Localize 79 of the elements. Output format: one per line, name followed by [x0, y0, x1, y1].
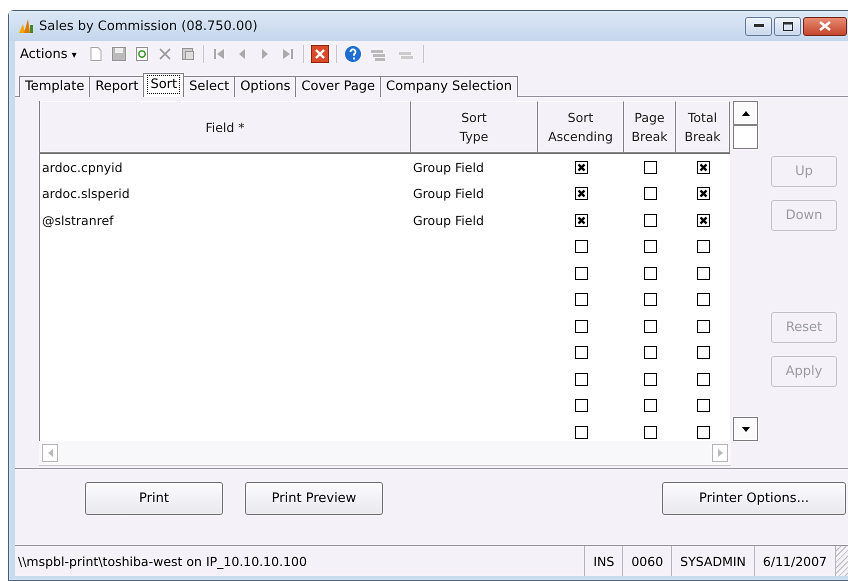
tab[interactable]: Select [183, 76, 236, 97]
checkbox[interactable] [644, 187, 656, 200]
checkbox[interactable] [696, 266, 710, 280]
checkbox[interactable] [574, 240, 588, 254]
maximize-icon [782, 22, 792, 30]
bar-chart-icon [17, 18, 35, 34]
column-header[interactable]: Sort Ascending [538, 101, 624, 153]
status-date: 6/11/2007 [754, 546, 835, 576]
checkbox[interactable] [696, 214, 710, 227]
checkbox[interactable] [644, 320, 656, 333]
checkbox[interactable] [696, 240, 710, 254]
delete-icon[interactable] [156, 46, 173, 62]
checkbox[interactable] [644, 426, 656, 439]
maximize-button[interactable] [774, 16, 801, 36]
print-button[interactable]: Print [85, 482, 223, 515]
close-button[interactable] [803, 16, 847, 36]
refresh-icon[interactable] [134, 46, 150, 62]
column-header[interactable]: Page Break [624, 101, 676, 153]
checkbox[interactable] [696, 346, 710, 360]
tab[interactable]: Report [89, 76, 144, 97]
print-button[interactable]: Print Preview [245, 482, 383, 515]
table-cell-text: Group Field [412, 186, 485, 202]
table-cell-text: Group Field [412, 212, 485, 228]
print-button[interactable]: Printer Options... [662, 482, 846, 515]
user-name: SYSADMIN [671, 546, 754, 576]
close-icon [819, 21, 831, 31]
checkbox[interactable] [574, 160, 588, 174]
tab[interactable]: Company Selection [380, 76, 518, 97]
save-icon[interactable] [110, 46, 127, 62]
checkbox[interactable] [644, 160, 656, 174]
checkbox[interactable] [574, 293, 588, 306]
minimize-button[interactable] [745, 16, 772, 36]
column-header[interactable]: Total Break [676, 101, 730, 153]
checkbox[interactable] [696, 399, 710, 412]
checkbox[interactable] [644, 240, 656, 254]
close-icon[interactable] [310, 45, 329, 63]
tab[interactable]: Sort [143, 73, 184, 97]
window-title: Sales by Commission (08.750.00) [39, 18, 259, 34]
help-icon[interactable] [344, 45, 362, 63]
column-header[interactable]: Field * [40, 101, 411, 153]
checkbox[interactable] [696, 160, 710, 174]
checkbox[interactable] [644, 372, 656, 386]
column-header[interactable]: Sort Type [411, 101, 538, 153]
copy-icon[interactable] [180, 46, 196, 62]
checkbox[interactable] [696, 426, 710, 439]
checkbox[interactable] [574, 320, 588, 333]
checkbox[interactable] [644, 214, 656, 227]
checkbox[interactable] [696, 320, 710, 333]
scroll-thumb[interactable] [733, 125, 758, 149]
checkbox[interactable] [574, 346, 588, 360]
checkbox[interactable] [644, 266, 656, 280]
tab[interactable]: Cover Page [295, 76, 382, 97]
down-arrow-icon[interactable] [742, 426, 750, 432]
tab[interactable]: Template [19, 76, 90, 97]
resize-grip-icon[interactable] [835, 546, 848, 576]
checkbox[interactable] [696, 293, 710, 306]
table-cell-text: ardoc.cpnyid [41, 160, 124, 175]
checkbox[interactable] [696, 187, 710, 200]
checkbox[interactable] [574, 187, 588, 200]
printer-status: \\mspbl-print\toshiba-west on IP_10.10.10.100 [17, 552, 308, 571]
vertical-scrollbar[interactable] [733, 101, 758, 441]
checkbox[interactable] [574, 372, 588, 386]
insert-mode: INS [584, 546, 622, 576]
checkbox[interactable] [644, 346, 656, 360]
checkbox[interactable] [574, 214, 588, 227]
tab[interactable]: Options [234, 76, 296, 97]
checkbox[interactable] [574, 399, 588, 412]
company-id: 0060 [622, 546, 672, 576]
checkbox[interactable] [574, 266, 588, 280]
up-arrow-icon[interactable] [742, 110, 750, 116]
checkbox[interactable] [574, 426, 588, 439]
table-cell-text: ardoc.slsperid [41, 186, 131, 202]
checkbox[interactable] [696, 372, 710, 386]
checkbox[interactable] [644, 293, 656, 306]
checkbox[interactable] [644, 399, 656, 412]
minimize-icon [754, 24, 764, 28]
actions-menu[interactable]: Actions ▾ [20, 46, 81, 62]
table-cell-text: Group Field [412, 160, 485, 175]
table-cell-text: @slstranref [41, 212, 115, 228]
